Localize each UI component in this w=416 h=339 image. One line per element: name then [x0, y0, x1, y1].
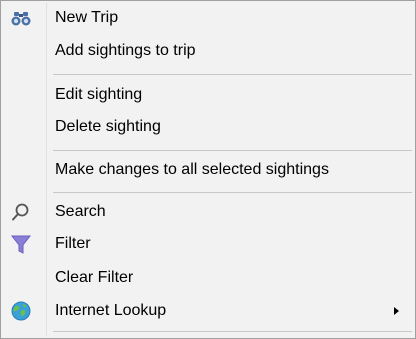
- globe-icon: [9, 299, 33, 323]
- menu-item-search[interactable]: Search: [3, 197, 413, 227]
- menu-item-label: Search: [55, 203, 106, 220]
- menu-item-new-trip[interactable]: New Trip: [3, 3, 413, 33]
- menu-item-make-changes-to-all-selected[interactable]: Make changes to all selected sightings: [3, 155, 413, 185]
- menu-separator: [53, 331, 412, 332]
- menu-separator: [53, 192, 412, 193]
- binoculars-icon: [9, 6, 33, 30]
- menu-item-label: New Trip: [55, 9, 119, 26]
- funnel-icon: [9, 232, 33, 256]
- menu-item-label: Edit sighting: [55, 86, 143, 103]
- menu-item-clear-filter[interactable]: Clear Filter: [3, 263, 413, 293]
- menu-item-filter[interactable]: Filter: [3, 229, 413, 259]
- menu-item-delete-sighting[interactable]: Delete sighting: [3, 112, 413, 142]
- menu-item-label: Filter: [55, 235, 91, 252]
- menu-item-label: Delete sighting: [55, 118, 161, 135]
- menu-separator: [53, 150, 412, 151]
- menu-separator: [53, 74, 412, 75]
- context-menu: New Trip Add sightings to trip Edit sigh…: [0, 0, 416, 339]
- menu-item-label: Add sightings to trip: [55, 42, 196, 59]
- menu-item-add-sightings-to-trip[interactable]: Add sightings to trip: [3, 36, 413, 66]
- menu-item-label: Make changes to all selected sightings: [55, 161, 329, 178]
- menu-item-label: Internet Lookup: [55, 302, 167, 319]
- menu-item-edit-sighting[interactable]: Edit sighting: [3, 80, 413, 110]
- magnifier-icon: [9, 200, 33, 224]
- menu-item-internet-lookup[interactable]: Internet Lookup: [3, 296, 413, 326]
- submenu-arrow-icon: [394, 307, 399, 315]
- menu-item-label: Clear Filter: [55, 269, 134, 286]
